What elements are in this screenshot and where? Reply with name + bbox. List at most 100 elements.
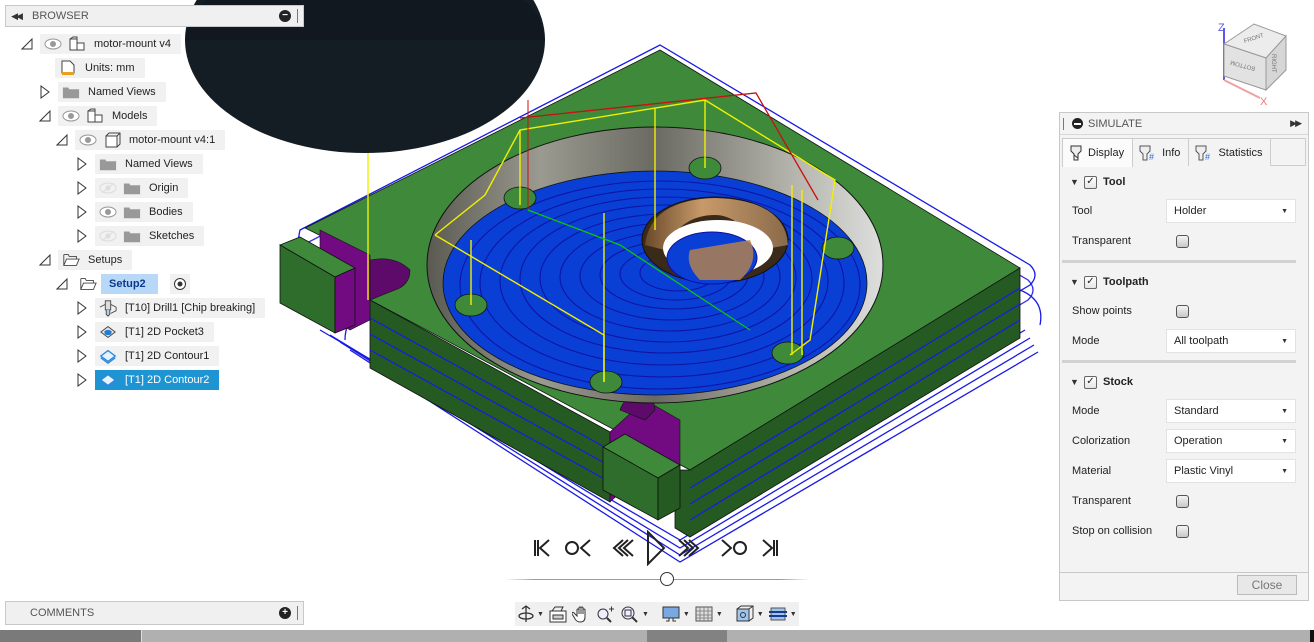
stock-mode-select[interactable]: Standard ▼ (1166, 399, 1296, 423)
visibility-eye-icon[interactable] (44, 38, 62, 50)
fit-button[interactable]: ▼ (620, 603, 649, 625)
grid-snaps-button[interactable]: ▼ (694, 603, 723, 625)
tree-item[interactable]: [T10] Drill1 [Chip breaking] (75, 298, 266, 318)
panel-grip-handle[interactable] (297, 606, 301, 620)
toolpath-section-checkbox[interactable]: ✓ (1084, 275, 1097, 289)
visibility-eye-icon[interactable] (62, 110, 80, 122)
collapse-triangle-icon[interactable] (75, 157, 89, 171)
play-button[interactable] (641, 528, 671, 568)
collapse-triangle-icon[interactable] (75, 229, 89, 243)
tree-node[interactable]: Origin (95, 178, 189, 198)
minimize-simulate-icon[interactable] (1072, 118, 1083, 129)
expand-triangle-icon[interactable] (38, 109, 52, 123)
tree-node[interactable]: Named Views (95, 154, 203, 174)
viewports-button[interactable]: ▼ (735, 603, 764, 625)
collapse-tool-section-icon[interactable]: ▼ (1070, 177, 1080, 187)
comments-panel-header[interactable]: COMMENTS + (5, 601, 304, 625)
expand-triangle-icon[interactable] (55, 133, 69, 147)
tab-info[interactable]: # Info (1133, 138, 1190, 166)
section-analysis-button[interactable]: ▼ (768, 603, 797, 625)
simulation-timeline[interactable] (505, 579, 810, 580)
tree-item[interactable]: Setups (38, 250, 133, 270)
display-settings-button[interactable]: ▼ (661, 603, 690, 625)
zoom-button[interactable] (596, 603, 616, 625)
material-select[interactable]: Plastic Vinyl ▼ (1166, 459, 1296, 483)
tree-item[interactable]: Named Views (75, 154, 203, 174)
tree-node[interactable]: [T10] Drill1 [Chip breaking] (95, 298, 266, 318)
panel-grip-handle[interactable] (1063, 117, 1066, 130)
tree-node[interactable]: Sketches (95, 226, 205, 246)
orbit-button[interactable]: ▼ (517, 603, 544, 625)
expand-panel-icon[interactable]: ▶▶ (1290, 118, 1302, 129)
stop-on-collision-checkbox[interactable] (1176, 524, 1189, 538)
collapse-browser-icon[interactable]: ◀◀ (6, 11, 26, 22)
previous-operation-button[interactable] (561, 530, 597, 566)
collapse-triangle-icon[interactable] (75, 373, 89, 387)
tab-statistics[interactable]: # Statistics (1189, 138, 1272, 166)
expand-triangle-icon[interactable] (20, 37, 34, 51)
visibility-eye-icon[interactable] (99, 206, 117, 218)
pan-button[interactable] (571, 603, 592, 625)
tool-section-checkbox[interactable]: ✓ (1084, 175, 1097, 189)
tree-node[interactable]: [T1] 2D Contour1 (95, 346, 220, 366)
tree-node[interactable]: Models (58, 106, 158, 126)
close-button[interactable]: Close (1237, 575, 1297, 595)
hidden-eye-icon[interactable] (99, 182, 117, 194)
tree-item[interactable]: Bodies (75, 202, 193, 222)
tree-node[interactable]: Setups (58, 250, 133, 270)
tree-item[interactable]: [T1] 2D Contour2 (75, 370, 220, 390)
tree-node[interactable]: Named Views (58, 82, 166, 102)
collapse-triangle-icon[interactable] (75, 301, 89, 315)
visibility-eye-icon[interactable] (79, 134, 97, 146)
add-comment-icon[interactable]: + (279, 607, 291, 619)
tree-item[interactable]: [T1] 2D Contour1 (75, 346, 220, 366)
tree-item[interactable]: motor-mount v4:1 (55, 130, 226, 150)
activate-setup-radio-icon[interactable] (169, 274, 190, 294)
tree-node[interactable]: [T1] 2D Pocket3 (95, 322, 214, 342)
step-back-button[interactable] (605, 530, 641, 566)
stock-transparent-checkbox[interactable] (1176, 494, 1189, 508)
collapse-triangle-icon[interactable] (75, 181, 89, 195)
step-forward-button[interactable] (671, 530, 707, 566)
tree-node[interactable]: Units: mm (55, 58, 145, 78)
tree-item[interactable]: Setup2 (55, 274, 190, 294)
show-points-checkbox[interactable] (1176, 304, 1189, 318)
tree-item[interactable]: Sketches (75, 226, 205, 246)
collapse-triangle-icon[interactable] (75, 325, 89, 339)
tree-node[interactable]: [T1] 2D Contour2 (95, 370, 220, 390)
go-to-start-button[interactable] (525, 530, 561, 566)
tree-node[interactable]: Setup2 (75, 274, 164, 294)
collapse-triangle-icon[interactable] (75, 205, 89, 219)
tree-node[interactable]: motor-mount v4:1 (75, 130, 226, 150)
colorization-select[interactable]: Operation ▼ (1166, 429, 1296, 453)
next-operation-button[interactable] (715, 530, 751, 566)
tree-item[interactable]: Named Views (38, 82, 166, 102)
hidden-eye-icon[interactable] (99, 230, 117, 242)
viewcube[interactable]: Z X FRONT RIGHT BOTTOM (1210, 18, 1306, 108)
tree-item[interactable]: [T1] 2D Pocket3 (75, 322, 214, 342)
minimize-browser-icon[interactable]: − (279, 10, 291, 22)
material-value: Plastic Vinyl (1174, 465, 1234, 477)
collapse-triangle-icon[interactable] (75, 349, 89, 363)
tree-item[interactable]: Units: mm (55, 58, 145, 78)
look-at-button[interactable] (548, 603, 568, 625)
tool-display-select[interactable]: Holder ▼ (1166, 199, 1296, 223)
pan-hand-icon (571, 606, 586, 623)
expand-triangle-icon[interactable] (55, 277, 69, 291)
timeline-scrubber-handle[interactable] (659, 572, 674, 586)
collapse-stock-section-icon[interactable]: ▼ (1070, 377, 1080, 387)
panel-grip-handle[interactable] (297, 9, 301, 23)
tree-item[interactable]: Models (38, 106, 158, 126)
tree-item[interactable]: motor-mount v4 (20, 34, 182, 54)
collapse-triangle-icon[interactable] (38, 85, 52, 99)
go-to-end-button[interactable] (751, 530, 787, 566)
tree-node[interactable]: Bodies (95, 202, 193, 222)
collapse-toolpath-section-icon[interactable]: ▼ (1070, 277, 1080, 287)
tree-item[interactable]: Origin (75, 178, 189, 198)
tab-display[interactable]: Display (1062, 138, 1134, 167)
stock-section-checkbox[interactable]: ✓ (1084, 375, 1097, 389)
tool-transparent-checkbox[interactable] (1176, 234, 1189, 248)
expand-triangle-icon[interactable] (38, 253, 52, 267)
tree-node[interactable]: motor-mount v4 (40, 34, 182, 54)
toolpath-mode-select[interactable]: All toolpath ▼ (1166, 329, 1296, 353)
